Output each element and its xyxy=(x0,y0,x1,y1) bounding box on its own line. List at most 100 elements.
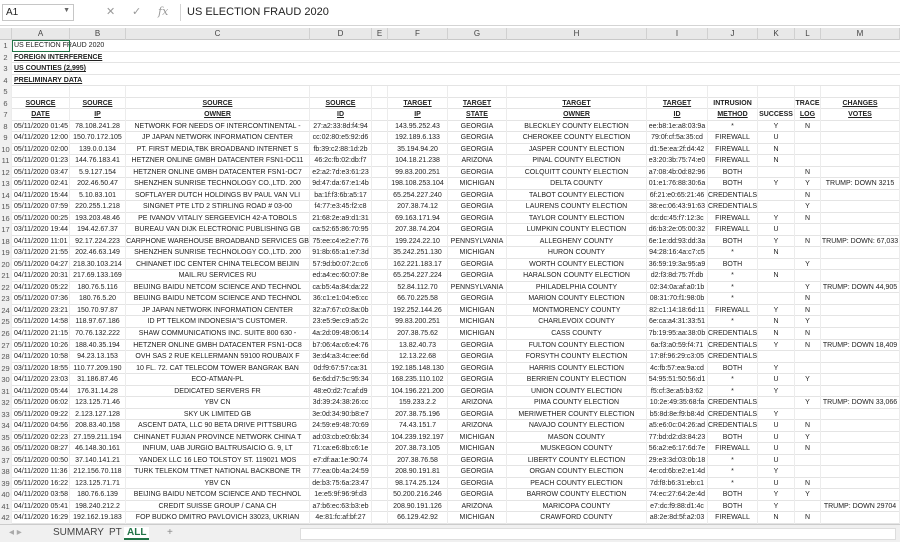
cell[interactable]: 05/11/2020 08:27 xyxy=(12,443,70,455)
cell[interactable]: GEORGIA xyxy=(448,143,507,156)
column-header-F[interactable]: F xyxy=(388,28,448,40)
cell[interactable] xyxy=(795,224,821,236)
cell[interactable]: Y xyxy=(758,304,795,317)
cell[interactable]: 99.83.200.251 xyxy=(388,166,448,179)
cell[interactable]: 104.196.221.200 xyxy=(388,385,448,398)
cell[interactable] xyxy=(372,477,388,490)
cell[interactable]: 21:68:2e:a9:d1:31 xyxy=(310,212,372,225)
column-header-M[interactable]: M xyxy=(821,28,900,40)
cell[interactable] xyxy=(821,224,900,236)
cell[interactable]: 29:e3:3d:03:0b:18 xyxy=(647,454,708,467)
column-title[interactable]: STATE xyxy=(448,109,507,121)
cell[interactable]: U xyxy=(758,454,795,467)
cell[interactable]: 04/11/2020 16:29 xyxy=(12,512,70,524)
cell[interactable]: 46:2c:fb:02:db:f7 xyxy=(310,155,372,167)
cell[interactable] xyxy=(821,247,900,259)
cell[interactable]: 194.42.67.37 xyxy=(70,224,126,236)
cell[interactable]: LAURENS COUNTY ELECTION xyxy=(507,201,647,213)
cell[interactable]: a5:e6:0c:04:26:ad xyxy=(647,420,708,432)
cell[interactable]: SOFTLAYER DUTCH HOLDINGS BV PAUL VAN VLI xyxy=(126,189,310,202)
cell[interactable]: WORTH COUNTY ELECTION xyxy=(507,258,647,271)
cell[interactable]: FOP BUDKO DMITRO PAVLOVICH 33023, UKRIAN xyxy=(126,512,310,524)
column-header-E[interactable]: E xyxy=(372,28,388,40)
cell[interactable]: 192.189.6.133 xyxy=(388,132,448,144)
cell[interactable]: 70.76.132.222 xyxy=(70,328,126,340)
cell[interactable]: SHENZHEN SUNRISE TECHNOLOGY CO.,LTD. 200 xyxy=(126,178,310,190)
cell[interactable]: Y xyxy=(758,212,795,225)
cell[interactable] xyxy=(821,189,900,202)
row-number[interactable]: 35 xyxy=(0,431,12,444)
cell[interactable]: PINAL COUNTY ELECTION xyxy=(507,155,647,167)
cell[interactable]: U xyxy=(758,431,795,444)
title-cell[interactable]: US COUNTIES (2,995) xyxy=(12,63,86,75)
row-number[interactable]: 13 xyxy=(0,178,12,190)
cell[interactable]: * xyxy=(708,293,758,305)
cell[interactable]: 04/11/2020 10:58 xyxy=(12,351,70,363)
cell[interactable]: MARICOPA COUNTY xyxy=(507,500,647,513)
cell[interactable]: 71:ca:e6:8b:c6:1e xyxy=(310,443,372,455)
cell[interactable]: JASPER COUNTY ELECTION xyxy=(507,143,647,156)
cell[interactable] xyxy=(821,258,900,271)
cell[interactable]: SINGNET PTE LTD 2 STIRLING ROAD # 03-00 xyxy=(126,201,310,213)
cell[interactable]: 6a:f3:a0:59:f4:71 xyxy=(647,339,708,352)
column-header-G[interactable]: G xyxy=(448,28,507,40)
cell[interactable]: HETZNER ONLINE GMBH DATACENTER FSN1-DC8 xyxy=(126,339,310,352)
row-number[interactable]: 34 xyxy=(0,420,12,432)
cell[interactable] xyxy=(821,293,900,305)
cell[interactable] xyxy=(647,86,708,98)
cell[interactable]: GEORGIA xyxy=(448,362,507,375)
cell[interactable]: 198.108.253.104 xyxy=(388,178,448,190)
cell[interactable]: 10 FL. 72. CAT TELECOM TOWER BANGRAK BAN xyxy=(126,362,310,375)
cell[interactable]: ALLEGHENY COUNTY xyxy=(507,235,647,248)
column-title[interactable]: SOURCE xyxy=(126,97,310,110)
cell[interactable] xyxy=(821,385,900,398)
cell[interactable]: 04/11/2020 23:21 xyxy=(12,304,70,317)
cell[interactable]: 05/11/2020 00:25 xyxy=(12,212,70,225)
cell[interactable]: 04/11/2020 03:58 xyxy=(12,489,70,501)
cell[interactable] xyxy=(821,477,900,490)
cell[interactable]: BOTH xyxy=(708,431,758,444)
cell[interactable]: CREDENTIALS xyxy=(708,189,758,202)
cell[interactable]: 168.235.110.102 xyxy=(388,374,448,386)
cell[interactable]: 13.82.40.73 xyxy=(388,339,448,352)
column-title[interactable]: SUCCESS xyxy=(758,109,795,121)
cell[interactable]: CHARLEVOIX COUNTY xyxy=(507,316,647,328)
cell[interactable]: FIREWALL xyxy=(708,304,758,317)
row-number[interactable]: 14 xyxy=(0,189,12,202)
cell[interactable]: dc:dc:45:f7:12:3c xyxy=(647,212,708,225)
cell[interactable]: FIREWALL xyxy=(708,155,758,167)
cell[interactable]: 3e:0d:34:90:b8:e7 xyxy=(310,408,372,421)
cell[interactable]: 05/11/2020 14:58 xyxy=(12,316,70,328)
cell[interactable]: 180.76.6.139 xyxy=(70,489,126,501)
cell[interactable]: 208.90.191.126 xyxy=(388,500,448,513)
cell[interactable]: 17:8f:96:29:c3:05 xyxy=(647,351,708,363)
cell[interactable]: e3:20:3b:75:74:e0 xyxy=(647,155,708,167)
cell[interactable] xyxy=(372,328,388,340)
cell[interactable]: Y xyxy=(795,201,821,213)
cell[interactable]: N xyxy=(758,143,795,156)
cell[interactable]: BEIJING BAIDU NETCOM SCIENCE AND TECHNOL xyxy=(126,293,310,305)
cell[interactable]: 04/11/2020 11:01 xyxy=(12,235,70,248)
cell[interactable]: ORGAN COUNTY ELECTION xyxy=(507,466,647,478)
cell[interactable] xyxy=(821,408,900,421)
cell[interactable] xyxy=(821,328,900,340)
cell[interactable]: U xyxy=(758,374,795,386)
cell[interactable]: 208.90.191.81 xyxy=(388,466,448,478)
cell[interactable]: BOTH xyxy=(708,489,758,501)
cell[interactable]: FULTON COUNTY ELECTION xyxy=(507,339,647,352)
cell[interactable]: BOTH xyxy=(708,166,758,179)
row-number[interactable]: 7 xyxy=(0,109,12,121)
cell[interactable]: 3d:39:24:38:26:cc xyxy=(310,397,372,409)
column-title[interactable]: LOG xyxy=(795,109,821,121)
cell[interactable]: Y xyxy=(795,258,821,271)
cell[interactable] xyxy=(758,258,795,271)
cell[interactable]: BEIJING BAIDU NETCOM SCIENCE AND TECHNOL xyxy=(126,281,310,294)
cell[interactable] xyxy=(821,443,900,455)
cell[interactable]: 35.194.94.20 xyxy=(388,143,448,156)
cell[interactable]: DEDICATED SERVERS FR xyxy=(126,385,310,398)
row-number[interactable]: 9 xyxy=(0,132,12,144)
cell[interactable] xyxy=(758,281,795,294)
cell[interactable]: 91:8b:65:a1:e7:3d xyxy=(310,247,372,259)
cell[interactable]: 202.46.63.149 xyxy=(70,247,126,259)
cell[interactable]: 05/11/2020 06:02 xyxy=(12,397,70,409)
